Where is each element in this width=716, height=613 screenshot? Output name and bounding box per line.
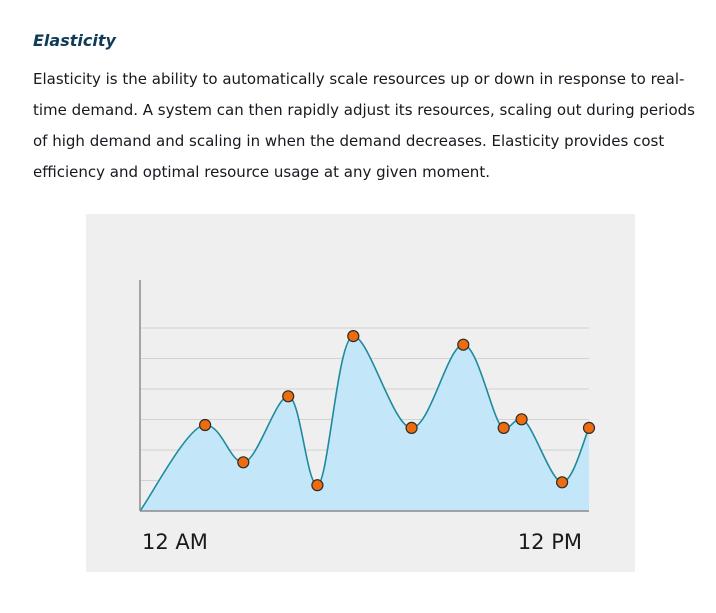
elasticity-chart-svg: 12 AM 12 PM (139, 280, 596, 554)
data-point-marker (497, 421, 510, 434)
data-point-marker (457, 338, 470, 351)
data-point-marker (582, 421, 596, 434)
section-title: Elasticity (33, 31, 116, 50)
x-tick-label: 12 AM (142, 530, 208, 554)
data-point-marker (405, 421, 418, 434)
data-point-marker (311, 479, 324, 492)
data-point-marker (347, 329, 360, 343)
data-point-marker (198, 418, 212, 432)
section-body: Elasticity is the ability to automatical… (33, 70, 695, 181)
data-point-marker (282, 390, 295, 403)
x-tick-label: 12 PM (518, 530, 582, 554)
elasticity-chart: 12 AM 12 PM (86, 214, 635, 572)
data-point-marker (556, 476, 569, 489)
data-point-marker (515, 413, 528, 426)
data-point-marker (237, 456, 250, 469)
